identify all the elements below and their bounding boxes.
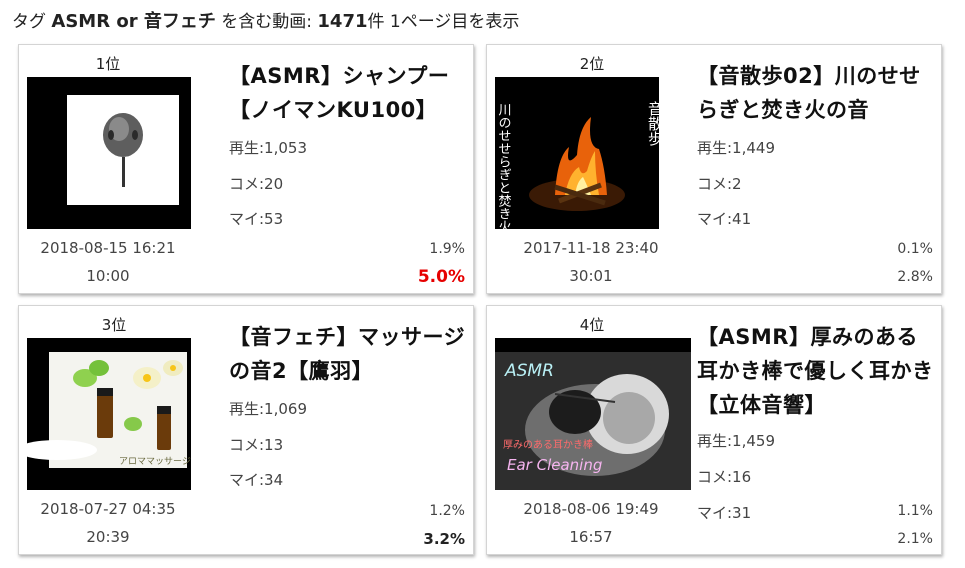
mylist-count: マイ:34 xyxy=(229,471,284,489)
comment-count: コメ:2 xyxy=(697,175,742,193)
search-summary: タグ ASMR or 音フェチ を含む動画: 1471件 1ページ目を表示 xyxy=(12,10,519,34)
mylist-rate: 2.1% xyxy=(897,531,933,547)
video-card-1[interactable]: 1位 【ASMR】シャンプー【ノイマンKU100】 再生:1,053 コメ:20… xyxy=(18,44,474,294)
rank-label: 2位 xyxy=(579,55,605,73)
rank-label: 3位 xyxy=(101,316,127,334)
post-date: 2017-11-18 23:40 xyxy=(523,239,659,257)
post-date: 2018-08-15 16:21 xyxy=(40,239,176,257)
thumb-caption-bottom: Ear Cleaning xyxy=(507,456,602,474)
video-duration: 16:57 xyxy=(569,528,613,546)
comment-count: コメ:20 xyxy=(229,175,284,193)
summary-suffix: 件 1ページ目を表示 xyxy=(367,12,520,32)
mylist-rate: 3.2% xyxy=(423,530,465,548)
mylist-rate: 2.8% xyxy=(897,269,933,285)
play-count: 再生:1,449 xyxy=(697,139,775,157)
video-card-2[interactable]: 2位 川のせせらぎと焚き火の音 音散歩 【音散歩02】川のせせらぎと焚き火の音 … xyxy=(486,44,942,294)
video-thumbnail[interactable]: ASMR 厚みのある耳かき棒 Ear Cleaning xyxy=(495,338,691,490)
video-title[interactable]: 【ASMR】シャンプー【ノイマンKU100】 xyxy=(229,59,467,127)
comment-count: コメ:16 xyxy=(697,468,752,486)
mylist-rate: 5.0% xyxy=(417,267,465,287)
mylist-count: マイ:41 xyxy=(697,210,752,228)
video-thumbnail[interactable]: 川のせせらぎと焚き火の音 音散歩 xyxy=(495,77,659,229)
thumb-caption: アロママッサージの音 xyxy=(119,455,191,467)
mylist-count: マイ:31 xyxy=(697,504,752,522)
summary-tag[interactable]: ASMR or 音フェチ xyxy=(51,11,215,32)
comment-rate: 1.2% xyxy=(429,503,465,519)
mylist-count: マイ:53 xyxy=(229,210,284,228)
play-count: 再生:1,053 xyxy=(229,139,307,157)
comment-rate: 0.1% xyxy=(897,241,933,257)
video-duration: 10:00 xyxy=(86,267,130,285)
comment-rate: 1.1% xyxy=(897,503,933,519)
play-count: 再生:1,069 xyxy=(229,400,307,418)
thumb-caption-right: 音散歩 xyxy=(646,101,659,146)
comment-rate: 1.9% xyxy=(429,241,465,257)
summary-count: 1471 xyxy=(317,11,368,32)
summary-mid: を含む動画: xyxy=(221,12,312,32)
summary-prefix: タグ xyxy=(12,12,46,32)
video-title[interactable]: 【ASMR】厚みのある耳かき棒で優しく耳かき【立体音響】 xyxy=(697,320,935,422)
post-date: 2018-08-06 19:49 xyxy=(523,500,659,518)
video-duration: 30:01 xyxy=(569,267,613,285)
rank-label: 1位 xyxy=(95,55,121,73)
video-title[interactable]: 【音散歩02】川のせせらぎと焚き火の音 xyxy=(697,59,935,127)
play-count: 再生:1,459 xyxy=(697,432,775,450)
video-title[interactable]: 【音フェチ】マッサージの音2【鷹羽】 xyxy=(229,320,467,388)
thumb-caption-top: ASMR xyxy=(504,361,554,381)
comment-count: コメ:13 xyxy=(229,436,284,454)
thumb-caption-mid: 厚みのある耳かき棒 xyxy=(503,438,593,451)
rank-label: 4位 xyxy=(579,316,605,334)
video-card-3[interactable]: 3位 アロママッサージの音 【音フェチ】マッサージの音2【鷹羽】 再生:1,06… xyxy=(18,305,474,555)
post-date: 2018-07-27 04:35 xyxy=(40,500,176,518)
video-thumbnail[interactable]: アロママッサージの音 xyxy=(27,338,191,490)
video-duration: 20:39 xyxy=(86,528,130,546)
thumb-caption-left: 川のせせらぎと焚き火の音 xyxy=(496,103,512,229)
video-card-4[interactable]: 4位 ASMR 厚みのある耳かき棒 Ear Cleaning 【ASMR】厚みの… xyxy=(486,305,942,555)
video-thumbnail[interactable] xyxy=(27,77,191,229)
